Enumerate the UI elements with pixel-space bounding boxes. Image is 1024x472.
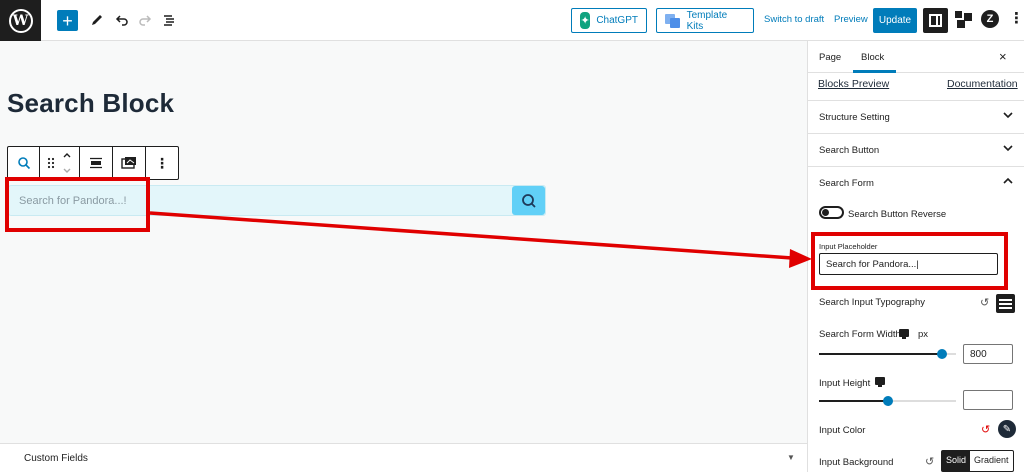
annotation-arrow — [149, 211, 812, 268]
